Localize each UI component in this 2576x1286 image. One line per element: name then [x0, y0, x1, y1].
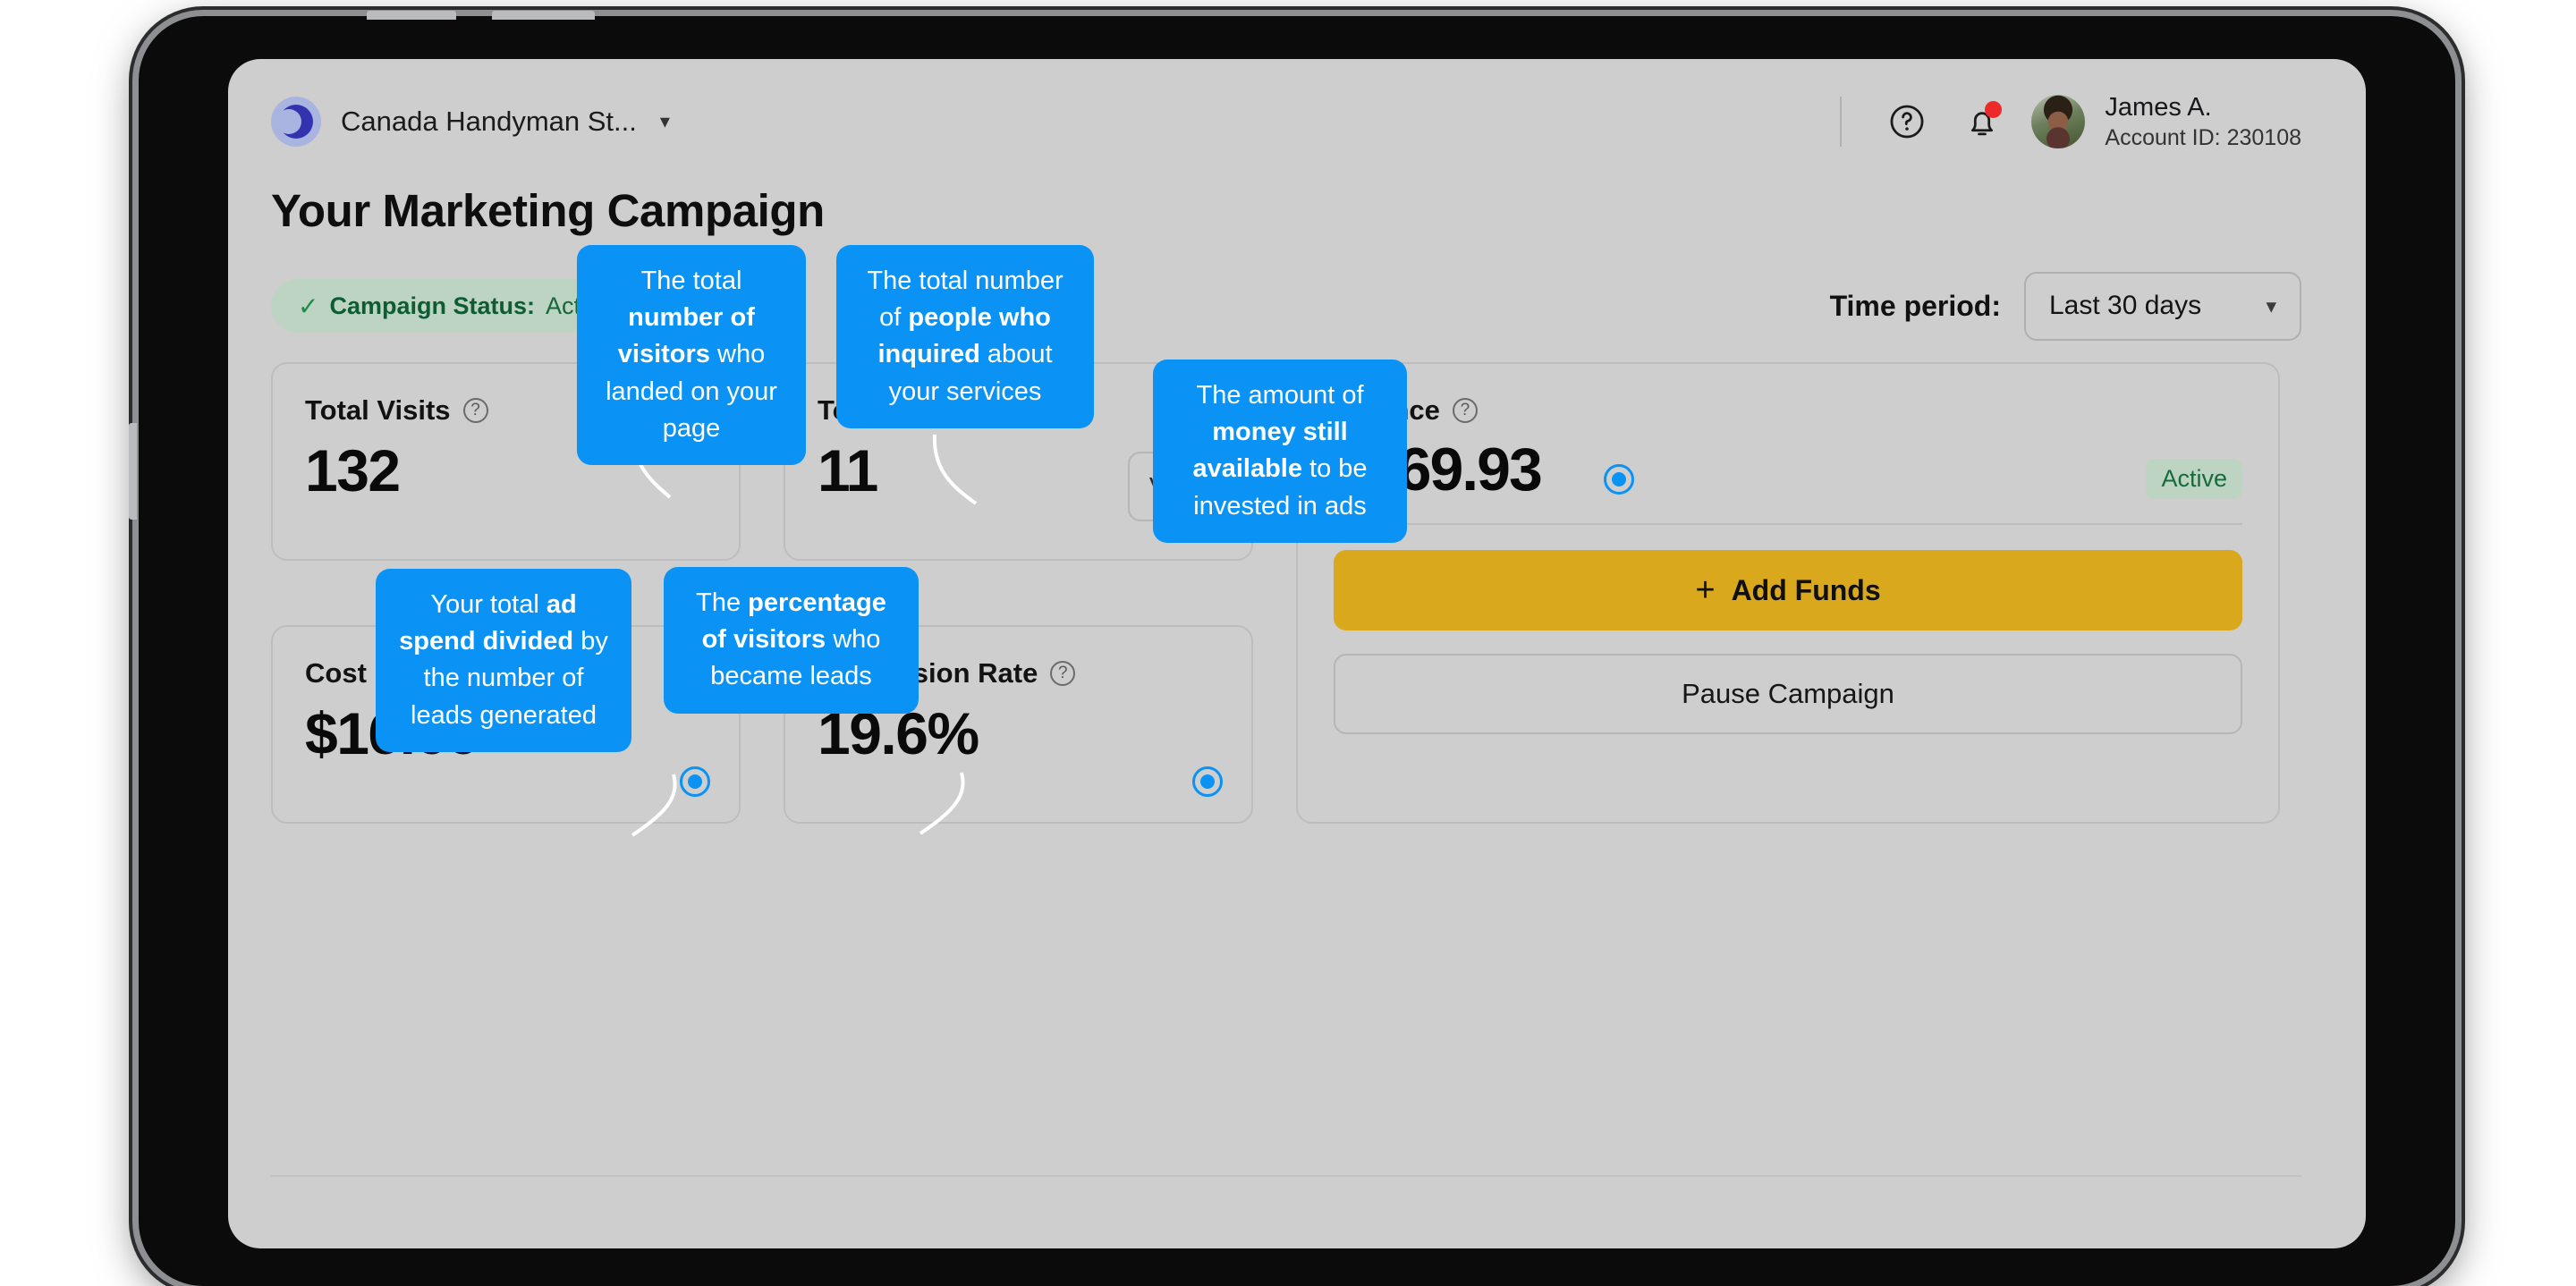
add-funds-label: Add Funds — [1731, 573, 1881, 606]
focus-dot-balance[interactable] — [1604, 464, 1634, 495]
tooltip-text-pre: The — [696, 588, 749, 617]
tooltip-text-pre: The total — [640, 267, 742, 295]
focus-dot-conversion-rate[interactable] — [1192, 766, 1223, 797]
pause-campaign-button[interactable]: Pause Campaign — [1334, 654, 2242, 734]
account-name: James A. — [2105, 93, 2212, 123]
account-id: Account ID: 230108 — [2105, 124, 2301, 150]
status-badge-active: Active — [2146, 459, 2242, 499]
tooltip-conversion-rate: The percentage of visitors who became le… — [664, 567, 919, 714]
time-period-label: Time period: — [1829, 289, 2001, 322]
question-circle-icon — [1890, 105, 1924, 139]
circle-c-logo-icon — [271, 97, 321, 147]
balance-top: Balance ? $169.93 Active — [1334, 394, 2242, 500]
question-circle-icon[interactable]: ? — [462, 398, 488, 423]
status-label: Campaign Status: — [329, 292, 535, 319]
notifications-button[interactable] — [1956, 96, 2008, 148]
tooltip-total-visits: The total number of visitors who landed … — [577, 245, 806, 465]
question-circle-icon[interactable]: ? — [1050, 661, 1076, 686]
focus-dot-cost-per-lead[interactable] — [680, 766, 710, 797]
time-period-select[interactable]: Last 30 days ▾ — [2024, 271, 2301, 341]
app-screen: Canada Handyman St... ▾ James A. Account… — [228, 59, 2366, 1248]
section-divider — [271, 1175, 2301, 1177]
tablet-device-frame: Canada Handyman St... ▾ James A. Account… — [129, 11, 2455, 1286]
balance-card: Balance ? $169.93 Active + Add Funds Pau… — [1296, 362, 2280, 824]
brand-name: Canada Handyman St... — [341, 106, 637, 137]
avatar[interactable] — [2031, 95, 2086, 148]
power-button[interactable] — [129, 423, 137, 520]
question-circle-icon[interactable]: ? — [1452, 398, 1478, 423]
tooltip-total-leads: The total number of people who inquired … — [836, 245, 1094, 428]
volume-down-button[interactable] — [492, 11, 595, 20]
tooltip-balance: The amount of money still available to b… — [1153, 360, 1407, 543]
help-button[interactable] — [1881, 96, 1933, 148]
top-bar: Canada Handyman St... ▾ James A. Account… — [228, 59, 2366, 184]
chevron-down-icon: ▾ — [2266, 293, 2276, 317]
divider — [1840, 97, 1843, 147]
time-period-group: Time period: Last 30 days ▾ — [1829, 271, 2301, 341]
account-info: James A. Account ID: 230108 — [2105, 91, 2301, 152]
chevron-down-icon[interactable]: ▾ — [660, 110, 670, 133]
time-period-value: Last 30 days — [2049, 291, 2202, 320]
check-icon: ✓ — [298, 292, 319, 320]
divider — [1334, 523, 2242, 525]
add-funds-button[interactable]: + Add Funds — [1334, 550, 2242, 630]
tooltip-text-pre: The amount of — [1196, 381, 1364, 410]
page-title: Your Marketing Campaign — [271, 185, 825, 236]
brand-switcher[interactable]: Canada Handyman St... ▾ — [271, 97, 670, 147]
tooltip-cost-per-lead: Your total ad spend divided by the numbe… — [376, 569, 631, 752]
metric-label: Total Visits — [305, 394, 451, 426]
volume-up-button[interactable] — [367, 11, 456, 20]
account-cluster: James A. Account ID: 230108 — [1840, 91, 2301, 152]
plus-icon: + — [1695, 571, 1716, 609]
status-row: ✓ Campaign Status: Active Time period: L… — [271, 271, 2301, 341]
tooltip-text-pre: Your total — [430, 590, 547, 619]
